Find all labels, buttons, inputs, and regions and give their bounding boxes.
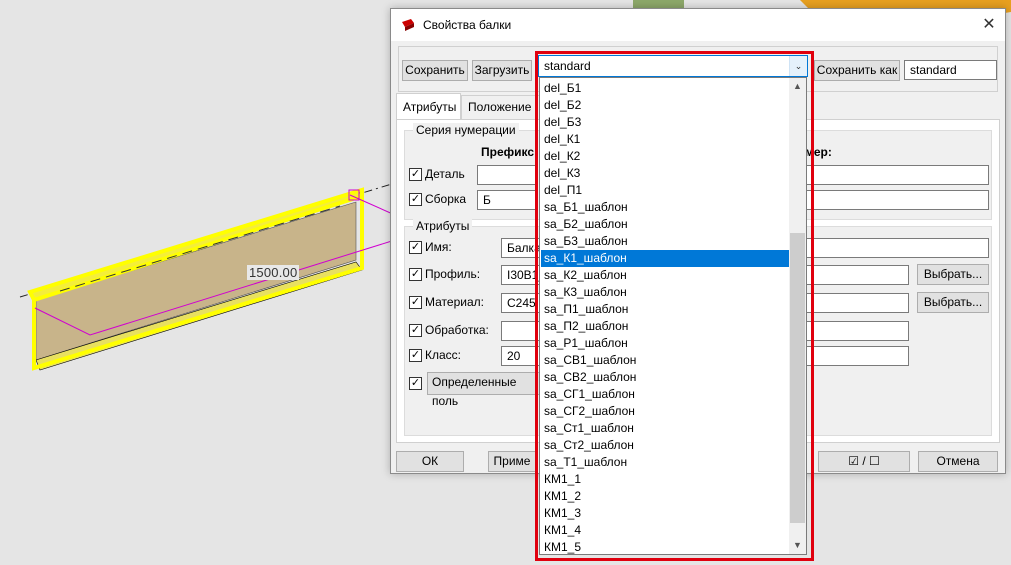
assembly-prefix-input[interactable]: Б — [477, 190, 537, 210]
prefix-header: Префикс: — [481, 145, 539, 159]
profile-label: Профиль: — [425, 267, 481, 281]
class-checkbox[interactable]: ✓ — [409, 349, 422, 362]
name-input-tail[interactable] — [805, 238, 989, 258]
class-label: Класс: — [425, 348, 461, 362]
part-prefix-input[interactable] — [477, 165, 537, 185]
list-item[interactable]: sa_К2_шаблон — [541, 267, 789, 284]
save-as-button[interactable]: Сохранить как — [814, 60, 900, 81]
part-label: Деталь — [425, 167, 465, 181]
list-item[interactable]: sa_П2_шаблон — [541, 318, 789, 335]
list-item[interactable]: КМ1_1 — [541, 471, 789, 488]
finish-label: Обработка: — [425, 323, 489, 337]
list-item[interactable]: del_П1 — [541, 182, 789, 199]
assembly-start-number-input[interactable] — [805, 190, 989, 210]
list-item[interactable]: sa_Ст1_шаблон — [541, 420, 789, 437]
list-item[interactable]: sa_Б2_шаблон — [541, 216, 789, 233]
list-item[interactable]: sa_Р1_шаблон — [541, 335, 789, 352]
name-label: Имя: — [425, 240, 452, 254]
list-item[interactable]: sa_Б3_шаблон — [541, 233, 789, 250]
dialog-titlebar[interactable]: Свойства балки ✕ — [391, 9, 1005, 41]
list-item[interactable]: sa_П1_шаблон — [541, 301, 789, 318]
dimension-label: 1500.00 — [247, 265, 300, 280]
ok-button[interactable]: ОК — [396, 451, 464, 472]
list-item[interactable]: sa_К3_шаблон — [541, 284, 789, 301]
list-item[interactable]: КМ1_5 — [541, 539, 789, 556]
dropdown-list[interactable]: ▲ ▼ del_Б1 del_Б2 del_Б3 del_К1 del_К2 del_К3… — [539, 77, 807, 555]
material-input-tail[interactable] — [805, 293, 909, 313]
list-item[interactable]: КМ1_3 — [541, 505, 789, 522]
list-item[interactable]: sa_СГ1_шаблон — [541, 386, 789, 403]
list-item[interactable]: sa_К1_шаблон — [541, 250, 789, 267]
dialog-title: Свойства балки — [423, 18, 512, 32]
scroll-thumb[interactable] — [790, 233, 805, 523]
scroll-down-icon[interactable]: ▼ — [789, 537, 806, 554]
cancel-button[interactable]: Отмена — [918, 451, 998, 472]
assembly-label: Сборка — [425, 192, 467, 206]
save-button[interactable]: Сохранить — [402, 60, 468, 81]
list-item[interactable]: del_Б2 — [541, 97, 789, 114]
list-item[interactable]: del_К3 — [541, 165, 789, 182]
combo-selected-value: standard — [544, 59, 591, 73]
part-start-number-input[interactable] — [805, 165, 989, 185]
list-item[interactable]: sa_Т1_шаблон — [541, 454, 789, 471]
close-icon[interactable]: ✕ — [973, 9, 1005, 41]
user-fields-checkbox[interactable]: ✓ — [409, 377, 422, 390]
list-item[interactable]: del_Б1 — [541, 80, 789, 97]
name-checkbox[interactable]: ✓ — [409, 241, 422, 254]
dropdown-scrollbar[interactable]: ▲ ▼ — [789, 78, 806, 554]
list-item[interactable]: del_Б3 — [541, 114, 789, 131]
attributes-group-title: Атрибуты — [413, 219, 473, 233]
list-item[interactable]: sa_СВ2_шаблон — [541, 369, 789, 386]
profile-template-combo[interactable]: standard ⌄ — [538, 55, 808, 77]
tab-attributes[interactable]: Атрибуты — [396, 93, 461, 119]
finish-input-tail[interactable] — [805, 321, 909, 341]
material-select-button[interactable]: Выбрать... — [917, 292, 989, 313]
list-item[interactable]: sa_Ст2_шаблон — [541, 437, 789, 454]
toggle-all-button[interactable]: ☑ / ☐ — [818, 451, 910, 472]
apply-button[interactable]: Приме — [488, 451, 536, 472]
list-item[interactable]: sa_СГ2_шаблон — [541, 403, 789, 420]
chevron-down-icon[interactable]: ⌄ — [789, 56, 807, 76]
assembly-checkbox[interactable]: ✓ — [409, 193, 422, 206]
profile-checkbox[interactable]: ✓ — [409, 268, 422, 281]
material-label: Материал: — [425, 295, 484, 309]
numbering-group-title: Серия нумерации — [413, 123, 519, 137]
user-fields-button[interactable]: Определенные поль — [427, 372, 541, 408]
class-input-tail[interactable] — [805, 346, 909, 366]
list-item[interactable]: КМ1_2 — [541, 488, 789, 505]
save-as-input[interactable]: standard — [904, 60, 997, 80]
app-icon — [402, 19, 414, 31]
load-button[interactable]: Загрузить — [472, 60, 532, 81]
tab-position[interactable]: Положение — [461, 95, 541, 119]
list-item[interactable]: sa_Б1_шаблон — [541, 199, 789, 216]
material-checkbox[interactable]: ✓ — [409, 296, 422, 309]
finish-checkbox[interactable]: ✓ — [409, 324, 422, 337]
list-item[interactable]: del_К1 — [541, 131, 789, 148]
list-item[interactable]: КМ1_4 — [541, 522, 789, 539]
list-item[interactable]: sa_СВ1_шаблон — [541, 352, 789, 369]
list-item[interactable]: del_К2 — [541, 148, 789, 165]
part-checkbox[interactable]: ✓ — [409, 168, 422, 181]
scroll-up-icon[interactable]: ▲ — [789, 78, 806, 95]
profile-select-button[interactable]: Выбрать... — [917, 264, 989, 285]
profile-input-tail[interactable] — [805, 265, 909, 285]
